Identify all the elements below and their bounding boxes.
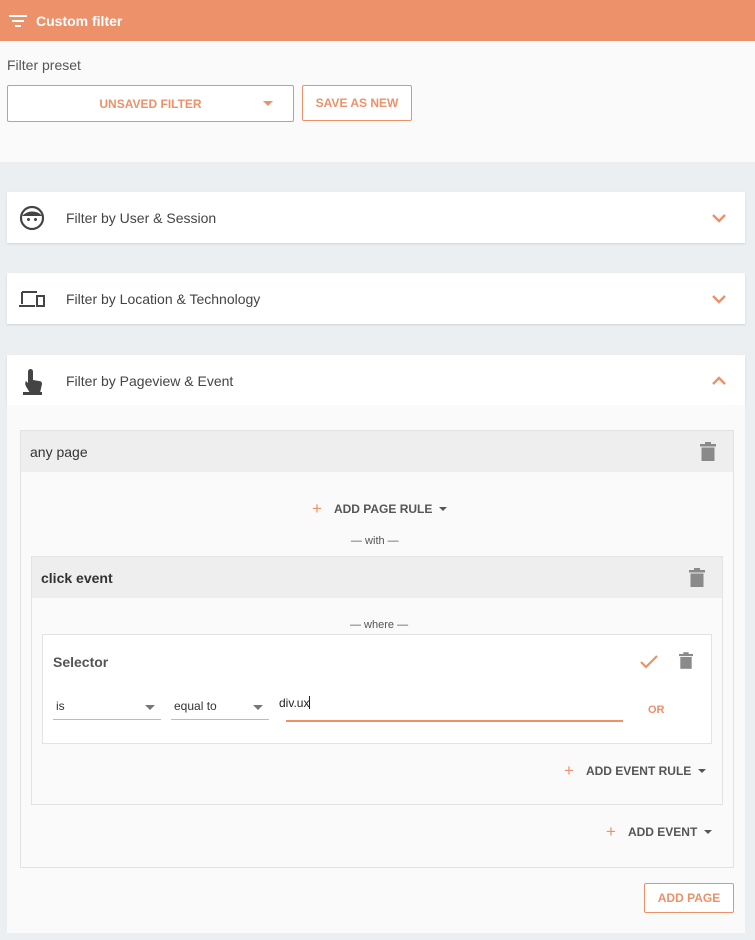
save-as-new-label: SAVE AS NEW xyxy=(315,96,399,110)
add-page-rule-label: ADD PAGE RULE xyxy=(333,502,433,516)
dropdown-caret-icon xyxy=(145,705,155,710)
add-event-rule-label: ADD EVENT RULE xyxy=(585,764,692,778)
text-cursor xyxy=(309,696,311,709)
add-event-button[interactable]: + ADD EVENT xyxy=(606,822,713,842)
comparison-value: equal to xyxy=(174,699,217,713)
event-block-header: click event xyxy=(31,556,723,599)
chevron-down-icon[interactable] xyxy=(710,290,728,308)
caret-down-icon xyxy=(698,769,707,773)
selector-value-text: div.ux xyxy=(279,696,310,710)
add-event-rule-button[interactable]: + ADD EVENT RULE xyxy=(564,761,707,781)
event-block-title: click event xyxy=(41,570,113,586)
caret-down-icon xyxy=(704,830,713,834)
section-user-session[interactable]: Filter by User & Session xyxy=(7,192,745,243)
section-pageview-event[interactable]: Filter by Pageview & Event xyxy=(7,355,745,406)
caret-down-icon xyxy=(439,507,448,511)
add-page-button[interactable]: ADD PAGE xyxy=(644,883,734,913)
input-focus-underline xyxy=(286,720,623,722)
add-page-rule-button[interactable]: + ADD PAGE RULE xyxy=(312,499,448,519)
devices-icon xyxy=(19,291,45,307)
operator-select[interactable]: is xyxy=(53,696,161,720)
filter-preset-select[interactable]: UNSAVED FILTER xyxy=(7,85,294,122)
or-button[interactable]: OR xyxy=(648,704,665,716)
section-location-technology[interactable]: Filter by Location & Technology xyxy=(7,273,745,324)
filter-preset-label: Filter preset xyxy=(7,57,81,73)
touch-icon xyxy=(23,369,42,395)
rule-title: Selector xyxy=(53,654,109,670)
page-block-header: any page xyxy=(20,430,734,473)
add-event-label: ADD EVENT xyxy=(627,825,698,839)
section-label: Filter by User & Session xyxy=(66,209,217,226)
selector-rule-card: Selector xyxy=(42,634,712,744)
operator-value: is xyxy=(56,699,65,713)
trash-icon[interactable] xyxy=(679,652,693,669)
dropdown-caret-icon xyxy=(253,705,263,710)
add-page-label: ADD PAGE xyxy=(657,891,721,905)
comparison-select[interactable]: equal to xyxy=(171,696,269,720)
selector-value-input[interactable]: div.ux xyxy=(279,692,631,722)
custom-filter-header: Custom filter xyxy=(0,0,755,41)
trash-icon[interactable] xyxy=(700,442,716,461)
with-separator: — with — xyxy=(351,535,399,547)
section-label: Filter by Location & Technology xyxy=(66,290,261,307)
where-separator: — where — xyxy=(350,619,409,631)
check-icon[interactable] xyxy=(640,654,658,669)
plus-icon: + xyxy=(564,761,574,780)
dropdown-caret-icon xyxy=(263,101,273,106)
save-as-new-button[interactable]: SAVE AS NEW xyxy=(302,85,412,121)
plus-icon: + xyxy=(606,822,616,841)
filter-icon xyxy=(9,14,27,27)
filter-preset-value: UNSAVED FILTER xyxy=(99,96,202,111)
chevron-up-icon[interactable] xyxy=(710,372,728,390)
plus-icon: + xyxy=(312,499,322,518)
trash-icon[interactable] xyxy=(689,568,705,587)
chevron-down-icon[interactable] xyxy=(710,209,728,227)
page-block-title: any page xyxy=(30,444,88,460)
section-label: Filter by Pageview & Event xyxy=(66,372,234,389)
header-title: Custom filter xyxy=(36,12,123,29)
user-face-icon xyxy=(19,205,45,231)
